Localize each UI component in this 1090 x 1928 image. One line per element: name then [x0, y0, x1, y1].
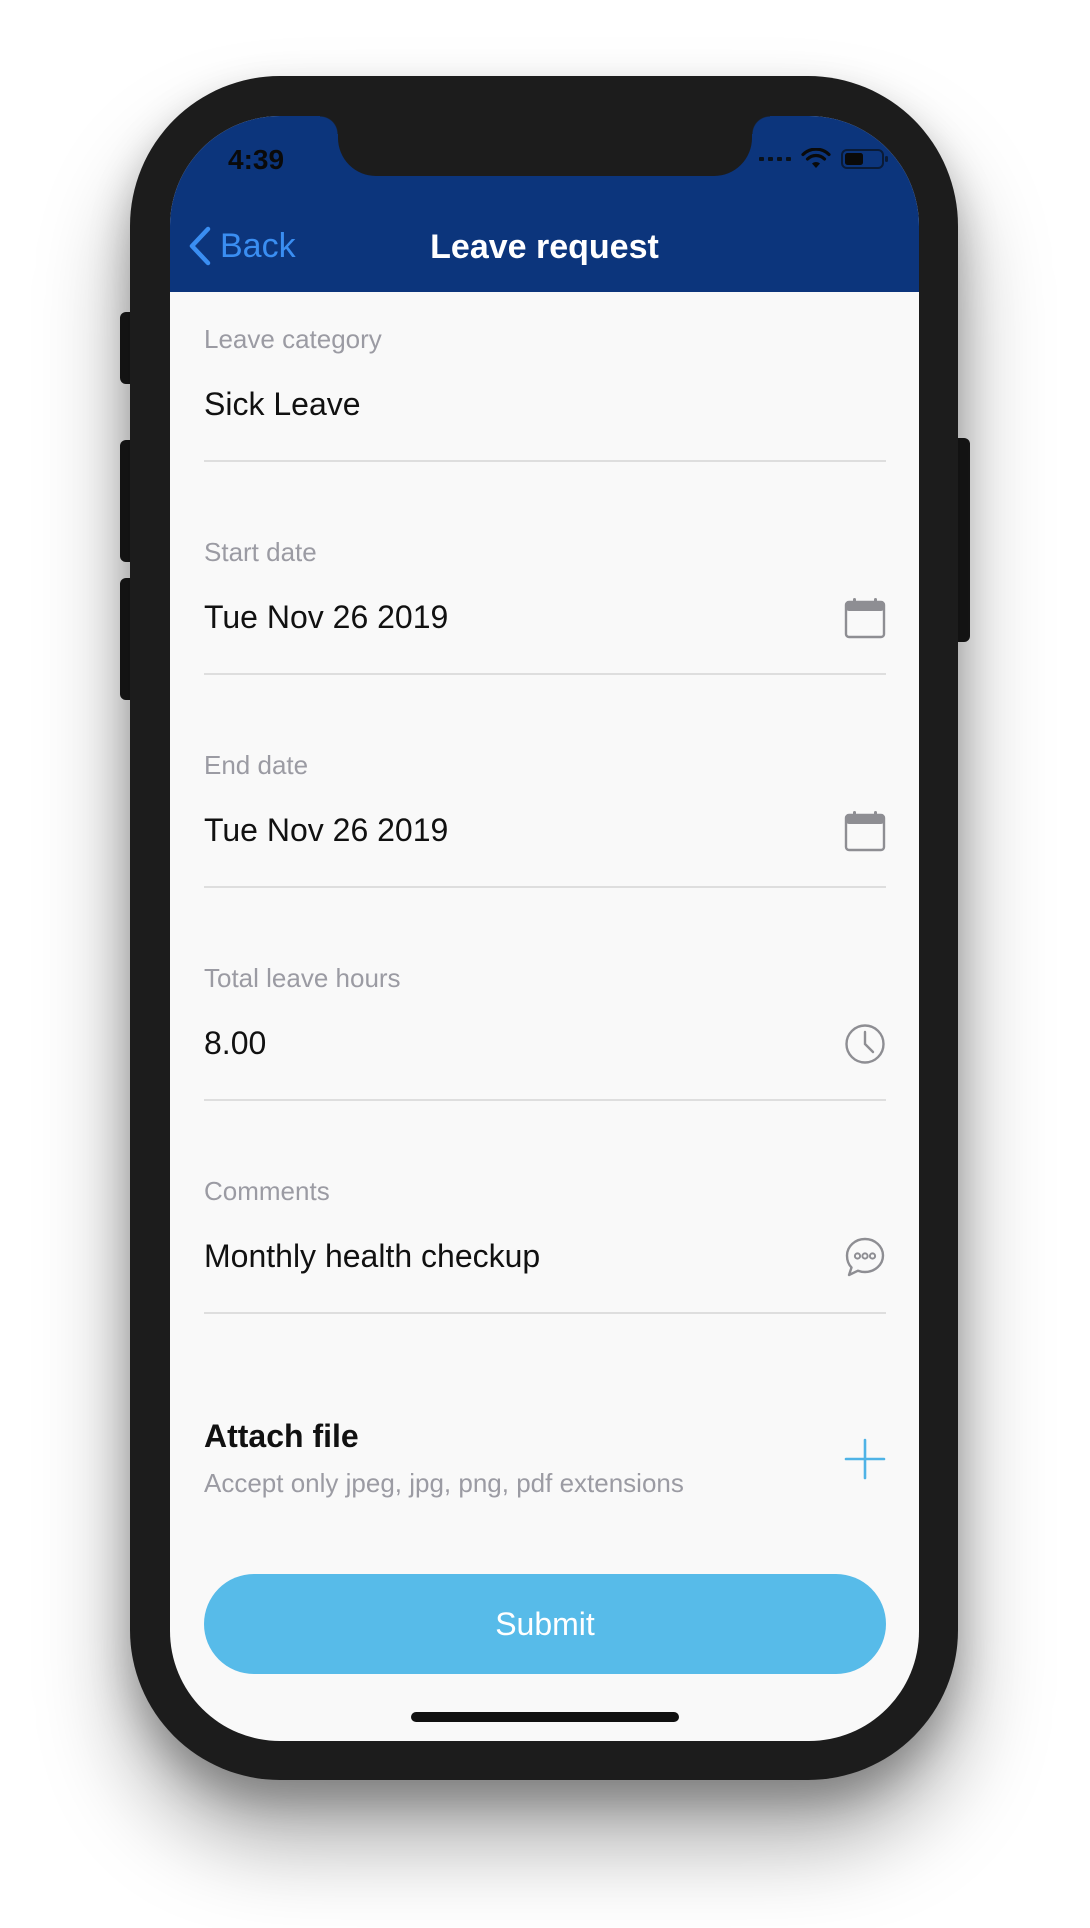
app-screen: 4:39 Back Leave request Leave category S…: [170, 116, 919, 1741]
divider: [204, 1099, 886, 1101]
comment-icon[interactable]: [844, 1236, 886, 1278]
signal-icon: [759, 157, 791, 161]
comments-field[interactable]: Comments Monthly health checkup: [204, 1144, 886, 1314]
device-mockup: 4:39 Back Leave request Leave category S…: [0, 0, 1090, 1928]
start-date-field[interactable]: Start date Tue Nov 26 2019: [204, 505, 886, 675]
battery-icon: [841, 149, 888, 169]
end-date-field[interactable]: End date Tue Nov 26 2019: [204, 718, 886, 888]
wifi-icon: [801, 148, 831, 168]
total-hours-field[interactable]: Total leave hours 8.00: [204, 931, 886, 1101]
divider: [204, 886, 886, 888]
page-title: Leave request: [430, 228, 659, 266]
field-value: Tue Nov 26 2019: [204, 812, 449, 848]
status-icons: [759, 148, 889, 170]
field-value: 8.00: [204, 1025, 267, 1061]
field-label: Leave category: [204, 324, 382, 354]
divider: [204, 673, 886, 675]
calendar-icon[interactable]: [844, 597, 886, 639]
submit-button[interactable]: Submit: [204, 1574, 886, 1674]
divider: [204, 1312, 886, 1314]
attach-hint: Accept only jpeg, jpg, png, pdf extensio…: [204, 1468, 684, 1498]
field-label: Comments: [204, 1176, 330, 1206]
status-time: 4:39: [228, 144, 285, 175]
attach-title: Attach file: [204, 1418, 359, 1454]
notch: [320, 116, 770, 176]
calendar-icon[interactable]: [844, 810, 886, 852]
field-label: Start date: [204, 537, 317, 567]
clock-icon[interactable]: [844, 1023, 886, 1065]
field-value: Sick Leave: [204, 386, 361, 422]
field-label: Total leave hours: [204, 963, 401, 993]
field-label: End date: [204, 750, 309, 780]
leave-category-field[interactable]: Leave category Sick Leave: [204, 292, 886, 462]
attach-file-row[interactable]: Attach file Accept only jpeg, jpg, png, …: [204, 1418, 886, 1528]
field-value: Monthly health checkup: [204, 1238, 541, 1274]
plus-icon[interactable]: [844, 1438, 886, 1480]
home-indicator[interactable]: [411, 1712, 679, 1722]
navigation-bar: 4:39 Back Leave request: [170, 116, 919, 292]
field-value: Tue Nov 26 2019: [204, 599, 449, 635]
divider: [204, 460, 886, 462]
